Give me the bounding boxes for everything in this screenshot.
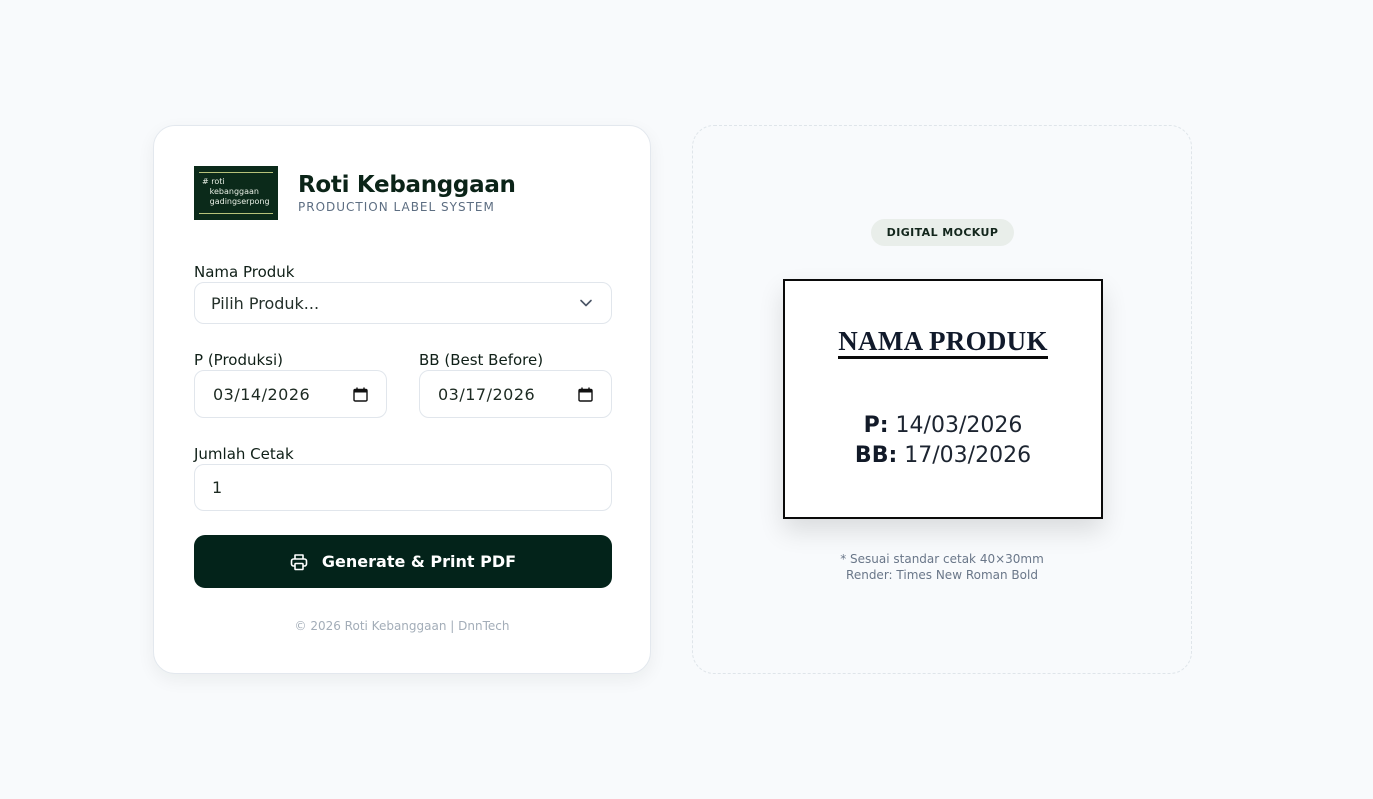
calendar-icon[interactable] bbox=[578, 387, 593, 402]
brand-header: # roti kebanggaan gadingserpong Roti Keb… bbox=[194, 166, 516, 220]
mockup-bb-prefix: BB: bbox=[854, 443, 898, 468]
logo-text: # roti kebanggaan gadingserpong bbox=[202, 177, 270, 206]
mockup-dates: P: 14/03/2026 BB: 17/03/2026 bbox=[785, 411, 1101, 471]
mockup-p-date: 14/03/2026 bbox=[895, 413, 1023, 438]
note-line-2: Render: Times New Roman Bold bbox=[846, 568, 1038, 582]
mockup-product-name-text: NAMA PRODUK bbox=[838, 326, 1048, 359]
product-select-value: Pilih Produk... bbox=[211, 293, 320, 313]
footer-copyright: © 2026 Roti Kebanggaan | DnnTech bbox=[294, 619, 510, 633]
mockup-best-before-line: BB: 17/03/2026 bbox=[785, 441, 1101, 471]
calendar-icon[interactable] bbox=[353, 387, 368, 402]
label-preview-panel: DIGITAL MOCKUP NAMA PRODUK P: 14/03/2026… bbox=[692, 125, 1192, 674]
note-line-1: * Sesuai standar cetak 40×30mm bbox=[840, 552, 1044, 566]
generate-print-button-label: Generate & Print PDF bbox=[321, 552, 517, 571]
quantity-label: Jumlah Cetak bbox=[194, 445, 294, 463]
chevron-down-icon bbox=[580, 299, 592, 307]
brand-logo: # roti kebanggaan gadingserpong bbox=[194, 166, 278, 220]
best-before-value: 03/17/2026 bbox=[438, 384, 536, 404]
logo-line-bottom bbox=[199, 213, 273, 214]
product-select[interactable]: Pilih Produk... bbox=[194, 282, 612, 324]
brand-text: Roti Kebanggaan PRODUCTION LABEL SYSTEM bbox=[298, 171, 516, 215]
quantity-value: 1 bbox=[212, 478, 223, 497]
print-standard-note: * Sesuai standar cetak 40×30mm Render: T… bbox=[693, 551, 1191, 583]
brand-title: Roti Kebanggaan bbox=[298, 172, 516, 198]
production-date-input[interactable]: 03/14/2026 bbox=[194, 370, 387, 418]
best-before-input[interactable]: 03/17/2026 bbox=[419, 370, 612, 418]
best-before-label: BB (Best Before) bbox=[419, 351, 544, 369]
label-form-card: # roti kebanggaan gadingserpong Roti Keb… bbox=[153, 125, 651, 674]
mockup-p-prefix: P: bbox=[863, 413, 889, 438]
label-mockup: NAMA PRODUK P: 14/03/2026 BB: 17/03/2026 bbox=[783, 279, 1103, 519]
mockup-product-name: NAMA PRODUK bbox=[785, 326, 1101, 359]
production-date-label: P (Produksi) bbox=[194, 351, 284, 369]
generate-print-button[interactable]: Generate & Print PDF bbox=[194, 535, 612, 588]
production-date-value: 03/14/2026 bbox=[213, 384, 311, 404]
logo-line-top bbox=[199, 172, 273, 173]
product-label: Nama Produk bbox=[194, 263, 295, 281]
brand-subtitle: PRODUCTION LABEL SYSTEM bbox=[298, 200, 495, 214]
digital-mockup-badge: DIGITAL MOCKUP bbox=[871, 219, 1014, 246]
mockup-production-line: P: 14/03/2026 bbox=[785, 411, 1101, 441]
quantity-input[interactable]: 1 bbox=[194, 464, 612, 511]
mockup-bb-date: 17/03/2026 bbox=[904, 443, 1032, 468]
printer-icon bbox=[290, 553, 308, 570]
